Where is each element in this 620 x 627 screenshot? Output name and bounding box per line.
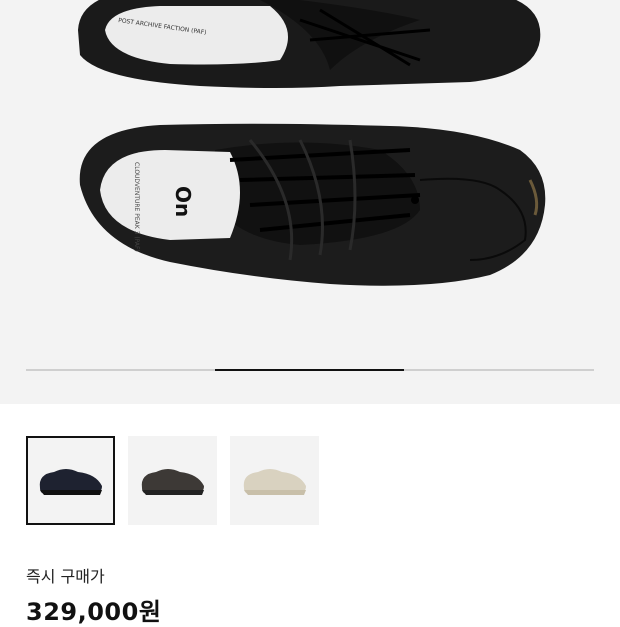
cream-shoe-icon <box>243 468 306 495</box>
gallery-progress-indicator <box>215 369 404 371</box>
shoe-top-view-upper: POST ARCHIVE FACTION (PAF) <box>78 0 541 88</box>
gallery-progress-track <box>26 369 594 371</box>
dark-brown-shoe-icon <box>141 468 204 495</box>
product-image-gallery[interactable]: POST ARCHIVE FACTION (PAF) CLOUDVENTURE … <box>0 0 620 404</box>
svg-text:CLOUDVENTURE PEAK 3 (PAF): CLOUDVENTURE PEAK 3 (PAF) <box>133 162 140 252</box>
instant-purchase-label: 즉시 구매가 <box>26 567 105 586</box>
shoe-bottom-view: CLOUDVENTURE PEAK 3 (PAF) On <box>79 123 546 286</box>
svg-text:On: On <box>171 186 195 217</box>
color-thumbnails <box>26 436 319 525</box>
thumbnail-cream[interactable] <box>230 436 319 525</box>
instant-purchase-price: 329,000원 <box>26 598 162 626</box>
product-photo: POST ARCHIVE FACTION (PAF) CLOUDVENTURE … <box>78 0 546 286</box>
thumbnail-dark-brown[interactable] <box>128 436 217 525</box>
thumbnail-black[interactable] <box>26 436 115 525</box>
black-shoe-icon <box>39 468 102 495</box>
